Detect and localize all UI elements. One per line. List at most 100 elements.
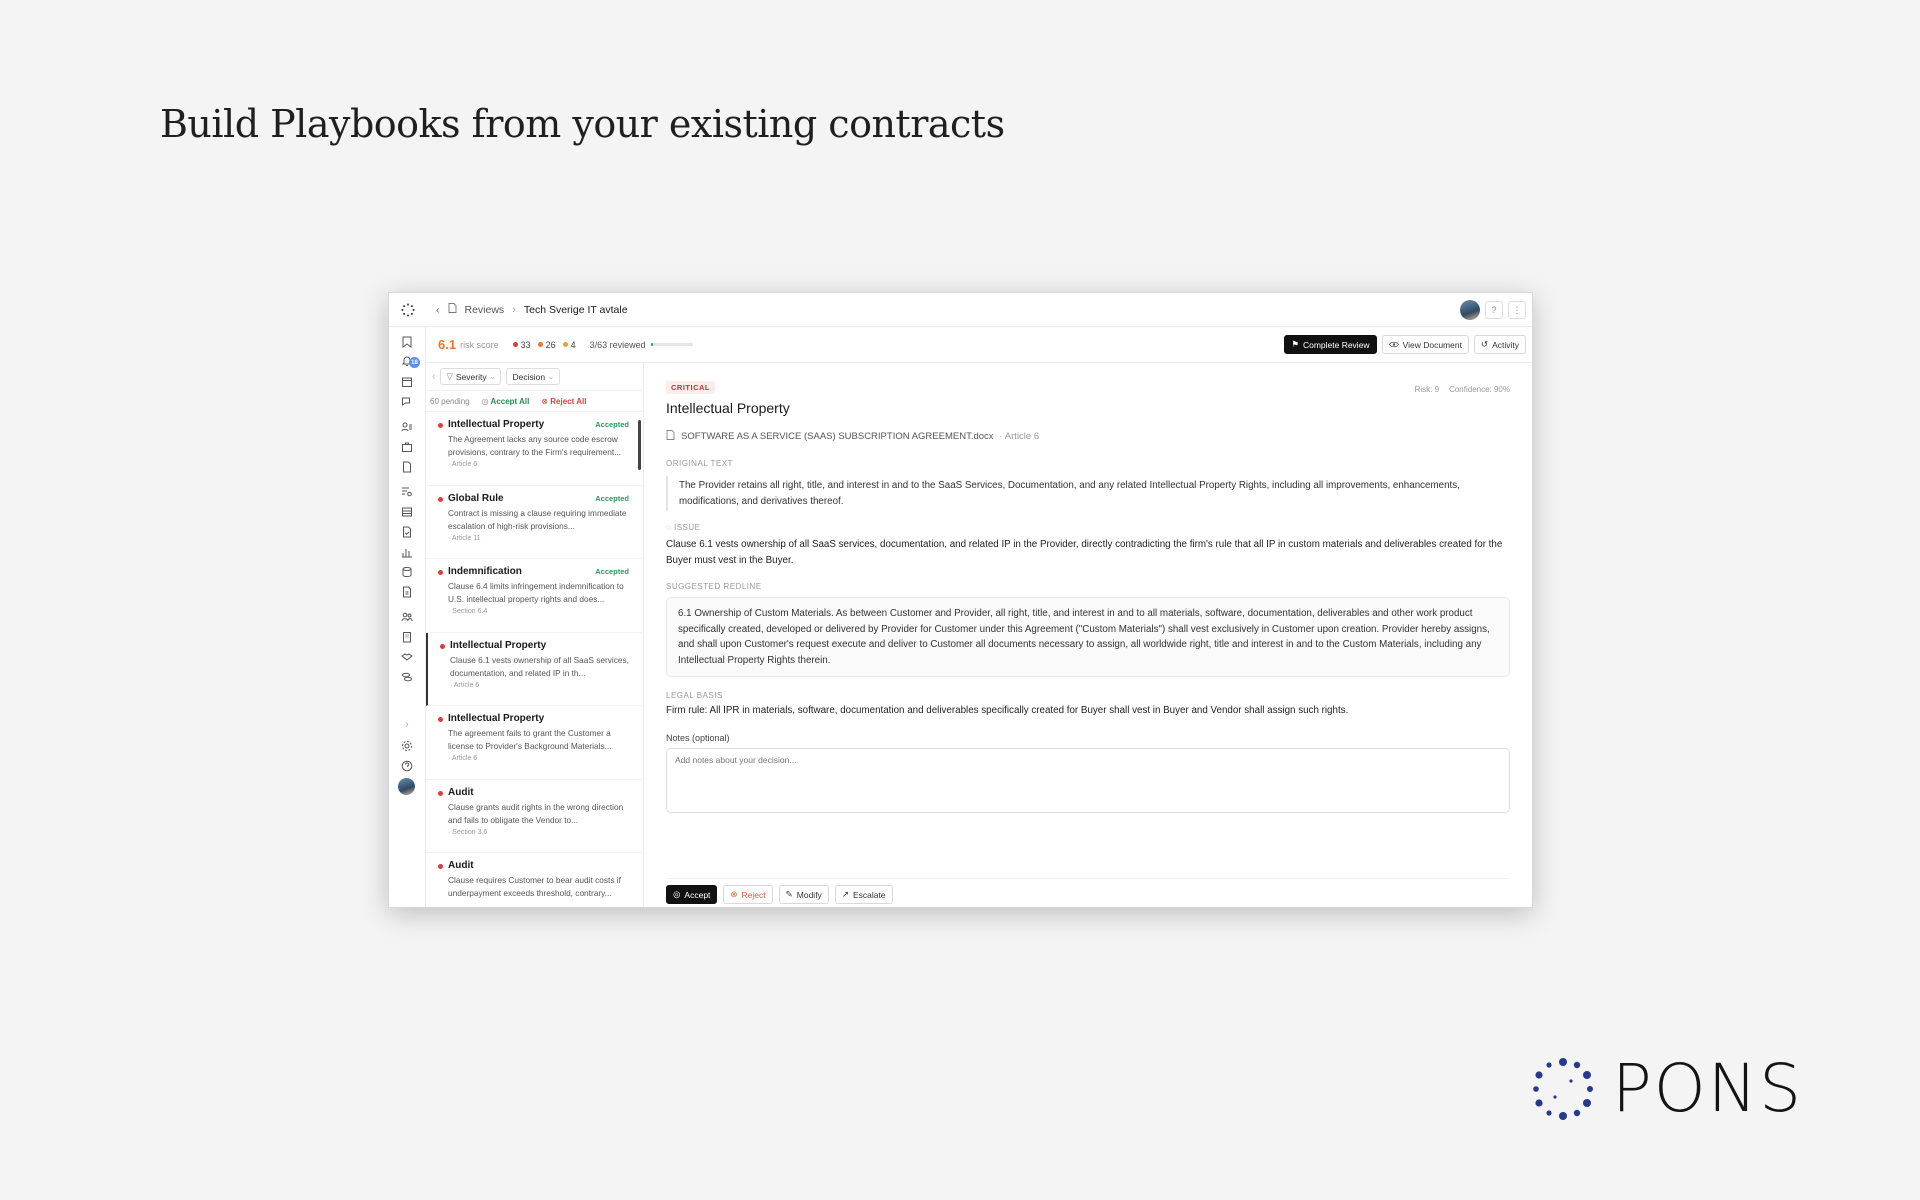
severity-counts: 33 26 4 xyxy=(512,340,576,350)
app-window: ‹ Reviews › Tech Sverige IT avtale ? ⋮ 1… xyxy=(388,292,1533,908)
reject-all-button[interactable]: ⊗ Reject All xyxy=(541,397,586,406)
finding-item[interactable]: Intellectual Property The agreement fail… xyxy=(426,706,643,780)
finding-title: Audit xyxy=(448,786,474,798)
status-badge: Accepted xyxy=(595,493,629,503)
status-badge: Accepted xyxy=(595,420,629,429)
redline-label: Suggested redline xyxy=(666,582,762,591)
view-document-button[interactable]: View Document xyxy=(1381,335,1469,354)
finding-title: Intellectual Property xyxy=(448,713,545,724)
brand-logo: PONS xyxy=(1532,1050,1803,1127)
clipboard-icon[interactable] xyxy=(400,585,414,599)
finding-item[interactable]: Audit Clause requires Customer to bear a… xyxy=(426,853,643,907)
severity-dot-icon xyxy=(438,717,443,722)
app-logo-icon[interactable] xyxy=(389,293,426,327)
document-check-icon[interactable] xyxy=(400,525,414,539)
pending-count: 60 pending xyxy=(430,396,470,406)
table-icon[interactable] xyxy=(400,505,414,519)
contacts-list-icon[interactable] xyxy=(400,420,414,434)
modify-button[interactable]: ✎ Modify xyxy=(778,885,829,904)
accept-button[interactable]: ◎ Accept xyxy=(666,885,718,904)
finding-reference: · Section 3.6 xyxy=(448,828,488,836)
finding-item[interactable]: Audit Clause grants audit rights in the … xyxy=(426,780,643,853)
risk-score-label: risk score xyxy=(460,339,499,350)
user-avatar[interactable] xyxy=(1460,300,1480,320)
severity-filter[interactable]: ▽ Severity ⌄ xyxy=(440,368,502,385)
bookmark-icon[interactable] xyxy=(400,335,414,349)
more-menu-icon[interactable]: ⋮ xyxy=(1508,301,1526,319)
calendar-icon[interactable] xyxy=(400,375,414,389)
document-name[interactable]: SOFTWARE AS A SERVICE (SAAS) SUBSCRIPTIO… xyxy=(681,431,994,442)
info-icon: ◌ xyxy=(666,523,672,532)
breadcrumb-reviews-link[interactable]: Reviews xyxy=(465,304,505,316)
gear-icon[interactable] xyxy=(400,739,414,753)
building-icon[interactable] xyxy=(400,630,414,644)
complete-review-button[interactable]: ⚑ Complete Review xyxy=(1284,335,1377,354)
top-right-controls: ? ⋮ xyxy=(1460,300,1526,320)
finding-item[interactable]: Indemnification Accepted Clause 6.4 limi… xyxy=(426,559,643,633)
history-icon: ↺ xyxy=(1480,339,1489,349)
accept-all-button[interactable]: ◎ Accept All xyxy=(482,397,530,406)
review-progress-fill xyxy=(650,343,653,346)
handshake-icon[interactable] xyxy=(400,650,414,664)
reject-button[interactable]: ⊗ Reject xyxy=(723,885,773,904)
pencil-icon: ✎ xyxy=(785,889,793,899)
issue-label: ◌ Issue xyxy=(666,523,701,532)
chevron-down-icon: ⌄ xyxy=(548,373,554,381)
severity-dot-icon xyxy=(440,643,445,649)
finding-description: Clause requires Customer to bear audit c… xyxy=(448,875,621,898)
arrow-up-right-icon: ↗ xyxy=(841,889,849,899)
profile-avatar[interactable] xyxy=(398,778,415,795)
page-headline: Build Playbooks from your existing contr… xyxy=(160,102,1005,146)
users-icon[interactable] xyxy=(400,610,414,624)
chat-icon[interactable] xyxy=(400,395,414,409)
detail-meta: Risk: 9 Confidence: 90% xyxy=(1415,385,1510,394)
list-scrollbar[interactable] xyxy=(638,420,641,470)
finding-description: Clause 6.4 limits infringement indemnifi… xyxy=(448,581,624,604)
detail-title: Intellectual Property xyxy=(666,400,790,416)
chevron-down-icon: ⌄ xyxy=(489,373,496,381)
brand-wordmark: PONS xyxy=(1612,1050,1804,1127)
review-progress: 3/63 reviewed xyxy=(590,340,693,350)
finding-item[interactable]: Global Rule Accepted Contract is missing… xyxy=(426,486,643,559)
decision-filter[interactable]: Decision ⌄ xyxy=(506,368,560,385)
expand-chevron-icon[interactable]: › xyxy=(400,717,414,731)
document-icon xyxy=(666,430,675,443)
breadcrumb-separator-icon: › xyxy=(512,303,516,316)
coins-icon[interactable] xyxy=(400,670,414,684)
review-progress-bar xyxy=(650,343,693,346)
collapse-chevron-icon[interactable]: ‹ xyxy=(432,371,435,382)
status-badge: Accepted xyxy=(595,567,629,576)
database-icon[interactable] xyxy=(400,565,414,579)
back-chevron-icon[interactable]: ‹ xyxy=(436,304,440,316)
original-text-label: Original text xyxy=(666,459,733,468)
stats-bar: 6.1 risk score 33 26 4 3/63 reviewed ⚑ C… xyxy=(426,327,1532,363)
notes-input[interactable] xyxy=(666,747,1510,813)
severity-dot-icon xyxy=(438,496,443,502)
bar-chart-icon[interactable] xyxy=(400,545,414,559)
finding-description: Clause grants audit rights in the wrong … xyxy=(448,801,624,825)
finding-reference: · Article 6 xyxy=(450,681,480,689)
help-icon[interactable]: ? xyxy=(1485,301,1503,319)
check-circle-icon: ◎ xyxy=(481,396,489,406)
search-list-icon[interactable] xyxy=(400,485,414,499)
document-icon xyxy=(448,303,457,316)
critical-count: 33 xyxy=(512,340,531,350)
filter-bar: ‹ ▽ Severity ⌄ Decision ⌄ xyxy=(426,363,643,391)
finding-description: The agreement fails to grant the Custome… xyxy=(448,728,612,751)
check-circle-icon: ◎ xyxy=(673,889,681,899)
escalate-button[interactable]: ↗ Escalate xyxy=(834,885,893,904)
issue-text: Clause 6.1 vests ownership of all SaaS s… xyxy=(666,539,1503,566)
finding-title: Intellectual Property xyxy=(450,639,547,651)
legal-basis-text: Firm rule: All IPR in materials, softwar… xyxy=(666,705,1349,716)
finding-item-selected[interactable]: Intellectual Property Clause 6.1 vests o… xyxy=(426,632,643,706)
finding-item[interactable]: Intellectual Property Accepted The Agree… xyxy=(426,412,643,486)
activity-button[interactable]: ↺ Activity xyxy=(1473,335,1526,354)
briefcase-icon[interactable] xyxy=(400,440,414,454)
help-circle-icon[interactable] xyxy=(400,759,414,773)
file-icon[interactable] xyxy=(400,460,414,474)
breadcrumb: ‹ Reviews › Tech Sverige IT avtale xyxy=(436,303,628,316)
medium-count: 4 xyxy=(562,340,576,350)
flag-icon: ⚑ xyxy=(1291,339,1299,349)
eye-icon xyxy=(1388,340,1399,350)
reviewed-count: 3/63 reviewed xyxy=(589,339,646,350)
